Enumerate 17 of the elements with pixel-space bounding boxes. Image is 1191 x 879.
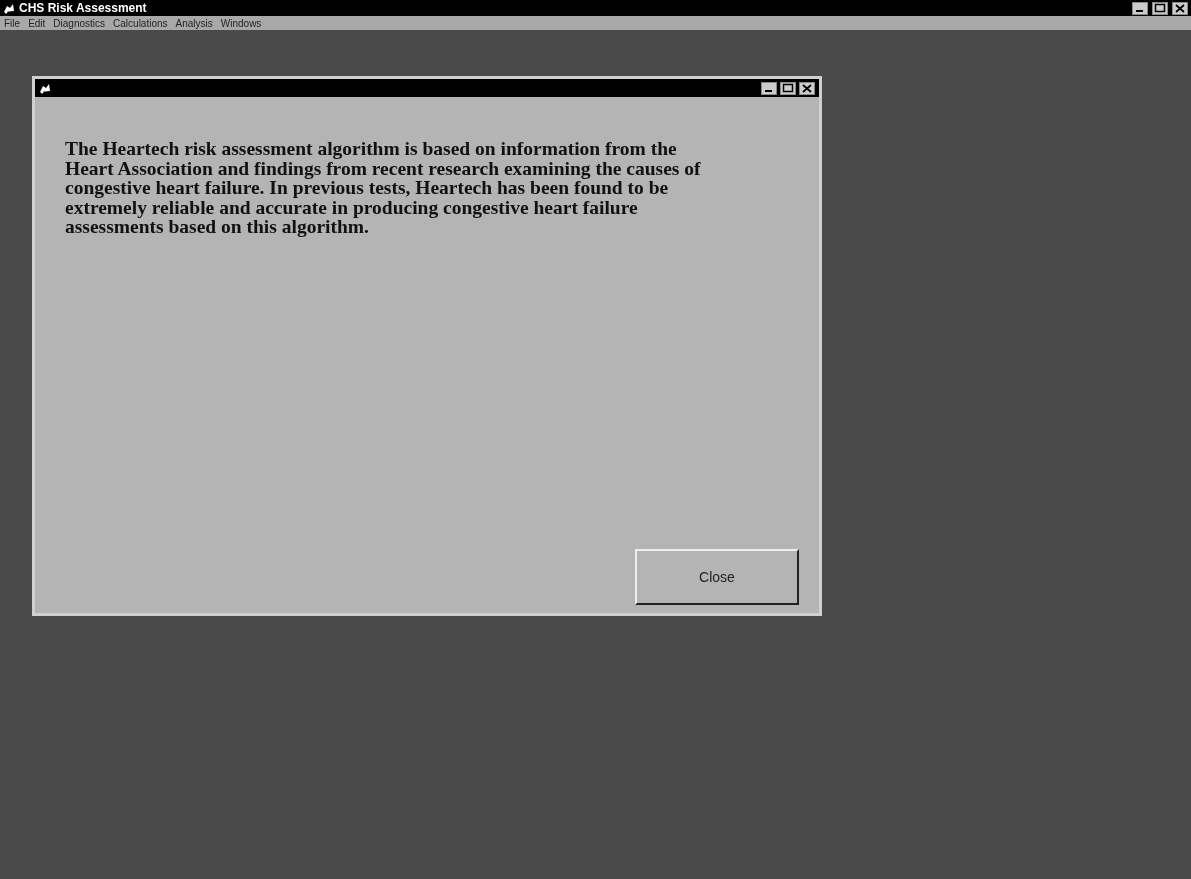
message-text: The Heartech risk assessment algorithm is based on information from the Heart Association and findings from recent research examining the causes of congestive heart failure. In previous tests, Heartech has been found to be extremely reliable and accurate in producing congestive heart failure assessments based on this algorithm. [65, 139, 702, 237]
window-title: CHS Risk Assessment [19, 1, 148, 15]
maximize-button[interactable] [780, 81, 796, 95]
menu-item[interactable]: File [4, 17, 21, 29]
close-button[interactable] [799, 81, 815, 95]
menu-item[interactable]: Windows [220, 17, 262, 29]
menu-item[interactable]: Diagnostics [53, 17, 106, 29]
minimize-button[interactable] [761, 81, 777, 95]
menu-item[interactable]: Calculations [113, 17, 168, 29]
dialog-icon [39, 82, 51, 94]
maximize-button[interactable] [1152, 1, 1168, 15]
close-dialog-button[interactable]: Close [635, 549, 799, 605]
close-button[interactable] [1172, 1, 1188, 15]
menu-item[interactable]: Analysis [175, 17, 213, 29]
minimize-button[interactable] [1132, 1, 1148, 15]
menu-item[interactable]: Edit [28, 17, 46, 29]
app-icon [3, 2, 15, 14]
